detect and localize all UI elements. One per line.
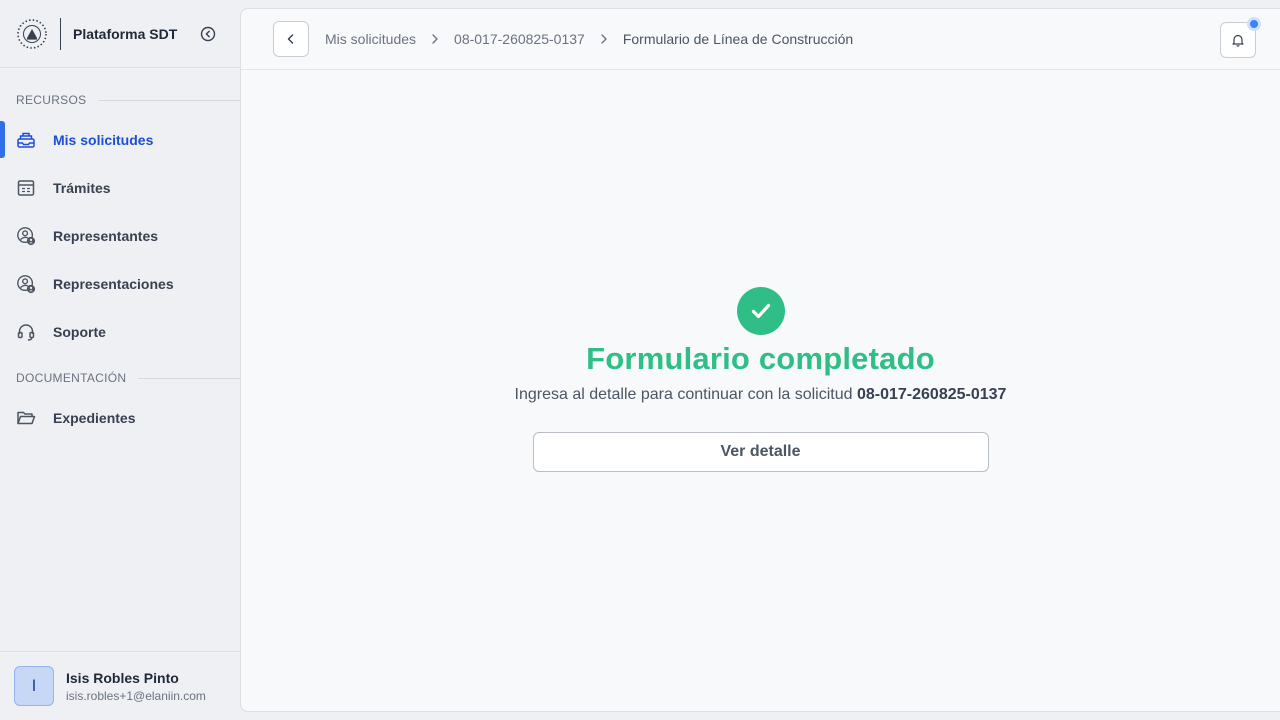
section-label-text: DOCUMENTACIÓN: [16, 371, 127, 385]
bell-icon: [1232, 34, 1244, 47]
completion-panel: Formulario completado Ingresa al detalle…: [241, 287, 1280, 472]
section-divider: [138, 377, 240, 379]
folder-open-icon: [16, 408, 36, 428]
sidebar-item-tramites[interactable]: Trámites: [0, 164, 240, 212]
completion-message: Ingresa al detalle para continuar con la…: [241, 386, 1280, 404]
section-label-resources: RECURSOS: [0, 92, 240, 108]
sidebar-item-label: Soporte: [53, 324, 106, 340]
view-detail-button[interactable]: Ver detalle: [532, 432, 989, 472]
completion-message-text: Ingresa al detalle para continuar con la…: [514, 386, 857, 403]
chevron-right-icon: [428, 32, 442, 46]
notifications-button[interactable]: [1220, 17, 1261, 58]
user-info: Isis Robles Pinto isis.robles+1@elaniin.…: [66, 670, 206, 703]
request-id: 08-017-260825-0137: [856, 386, 1007, 403]
user-circle-icon: [16, 274, 36, 294]
avatar: I: [14, 666, 54, 706]
sidebar-item-soporte[interactable]: Soporte: [0, 308, 240, 356]
brand-divider: [60, 17, 61, 50]
chevron-left-icon: [287, 34, 294, 44]
section-divider: [98, 99, 240, 101]
user-email: isis.robles+1@elaniin.com: [66, 688, 206, 703]
sidebar-nav: Mis solicitudes Trámites Representantes …: [0, 116, 240, 356]
brand-header: Plataforma SDT: [0, 0, 240, 68]
chevron-right-icon: [597, 32, 611, 46]
form-icon: [16, 178, 36, 198]
collapse-sidebar-icon[interactable]: [199, 25, 217, 43]
sidebar-item-label: Representaciones: [53, 276, 174, 292]
sidebar-item-label: Mis solicitudes: [53, 132, 154, 148]
user-name: Isis Robles Pinto: [66, 669, 179, 686]
headset-icon: [16, 322, 36, 342]
sidebar-item-expedientes[interactable]: Expedientes: [0, 394, 240, 442]
inbox-stack-icon: [16, 130, 36, 150]
app-title: Plataforma SDT: [73, 25, 178, 42]
sidebar-item-representaciones[interactable]: Representaciones: [0, 260, 240, 308]
breadcrumb-item[interactable]: 08-017-260825-0137: [454, 31, 585, 47]
top-bar: Mis solicitudes 08-017-260825-0137 Formu…: [241, 9, 1280, 70]
notification-badge: [1247, 17, 1261, 31]
sidebar-item-label: Trámites: [53, 180, 111, 196]
user-profile[interactable]: I Isis Robles Pinto isis.robles+1@elanii…: [0, 651, 240, 720]
breadcrumb: Mis solicitudes 08-017-260825-0137 Formu…: [325, 31, 853, 47]
user-circle-icon: [16, 226, 36, 246]
main-panel: Mis solicitudes 08-017-260825-0137 Formu…: [240, 8, 1280, 712]
sidebar-item-representantes[interactable]: Representantes: [0, 212, 240, 260]
sidebar: Plataforma SDT RECURSOS Mis solicitudes: [0, 0, 240, 720]
section-label-documentation: DOCUMENTACIÓN: [0, 370, 240, 386]
sidebar-item-label: Expedientes: [53, 410, 136, 426]
back-button[interactable]: [273, 21, 309, 57]
national-seal-icon: [16, 18, 48, 50]
breadcrumb-current: Formulario de Línea de Construcción: [622, 31, 854, 47]
sidebar-item-mis-solicitudes[interactable]: Mis solicitudes: [0, 116, 240, 164]
breadcrumb-item[interactable]: Mis solicitudes: [325, 31, 416, 47]
check-circle-icon: [736, 287, 785, 335]
section-label-text: RECURSOS: [16, 93, 87, 107]
sidebar-doc-nav: Expedientes: [0, 394, 240, 442]
completion-title: Formulario completado: [586, 341, 935, 376]
sidebar-item-label: Representantes: [53, 228, 159, 244]
